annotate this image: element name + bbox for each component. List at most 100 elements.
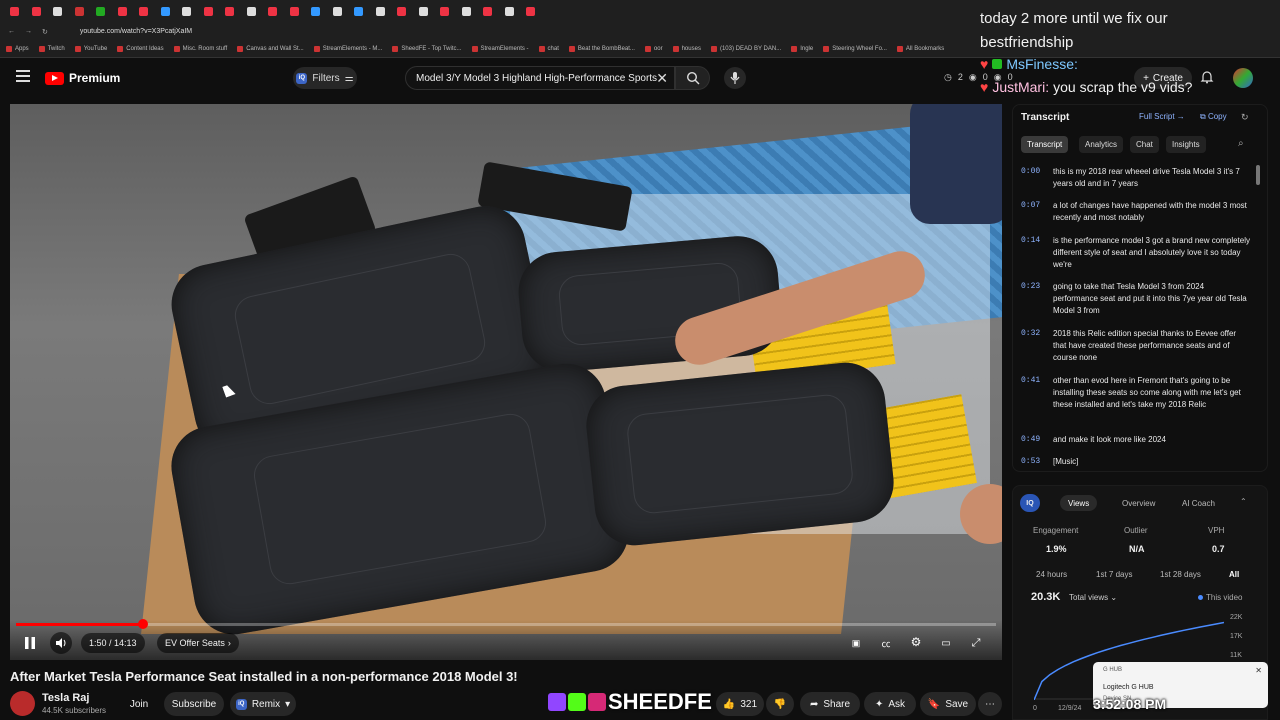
back-icon[interactable]: ← [8,28,15,35]
captions-icon[interactable]: ㏄ [877,634,895,652]
search-input[interactable]: Model 3/Y Model 3 Highland High-Performa… [405,66,675,90]
search-button[interactable] [675,66,710,90]
join-button[interactable]: Join [121,692,157,716]
timestamp[interactable]: 0:14 [1021,235,1043,271]
mic-button[interactable] [724,67,746,89]
bookmark-item[interactable]: Beat the BombBeat... [568,46,635,52]
range-28d[interactable]: 1st 28 days [1160,570,1201,579]
account-avatar[interactable] [1233,68,1253,88]
transcript-line[interactable]: 0:14 is the performance model 3 got a bra… [1021,235,1251,271]
browser-tab[interactable] [47,2,69,20]
browser-tab[interactable] [413,2,435,20]
browser-tab[interactable] [155,2,177,20]
bookmark-item[interactable]: Content Ideas [117,46,164,52]
transcript-line[interactable]: 0:07 a lot of changes have happened with … [1021,200,1251,224]
timestamp[interactable]: 0:32 [1021,328,1043,364]
timestamp[interactable]: 0:07 [1021,200,1043,224]
range-7d[interactable]: 1st 7 days [1096,570,1132,579]
transcript-line[interactable]: 0:23 going to take that Tesla Model 3 fro… [1021,281,1251,317]
browser-tab[interactable] [434,2,456,20]
bookmark-item[interactable]: Misc. Room stuff [173,46,227,52]
browser-tab[interactable] [456,2,478,20]
bookmark-item[interactable]: StreamElements - [471,46,529,52]
filters-button[interactable]: iQ Filters ⚌ [293,67,357,89]
bell-icon[interactable] [1200,70,1214,84]
full-script-button[interactable]: Full Script → [1139,112,1185,121]
transcript-line[interactable]: 0:49 and make it look more like 2024 [1021,434,1251,446]
forward-icon[interactable]: → [25,28,32,35]
bookmark-item[interactable]: Ingle [791,46,813,52]
bookmark-item[interactable]: YouTube [74,46,107,52]
subscribe-button[interactable]: Subscribe [164,692,224,716]
browser-tab[interactable] [520,2,542,20]
browser-tab[interactable] [69,2,91,20]
bookmark-item[interactable]: SheedFE - Top Twitc... [392,46,462,52]
bookmark-item[interactable]: chat [538,46,559,52]
like-button[interactable]: 👍 321 [716,692,764,716]
transcript-line[interactable]: 0:53 [Music] [1021,456,1251,468]
save-button[interactable]: 🔖 Save [920,692,976,716]
dislike-button[interactable]: 👎 [766,692,794,716]
browser-tab[interactable] [241,2,263,20]
iq-player-icon[interactable]: ▣ [847,634,865,652]
timestamp[interactable]: 0:41 [1021,375,1043,411]
browser-tab[interactable] [499,2,521,20]
settings-gear-icon[interactable]: ⚙ [907,633,925,651]
theater-mode-icon[interactable]: ▭ [937,634,955,652]
scrollbar[interactable] [1256,165,1260,185]
browser-tab[interactable] [219,2,241,20]
reload-icon[interactable]: ↻ [42,28,48,36]
browser-tab[interactable] [305,2,327,20]
browser-tab[interactable] [391,2,413,20]
collapse-icon[interactable]: ⌃ [1240,497,1247,506]
browser-tab[interactable] [133,2,155,20]
chapter-button[interactable]: EV Offer Seats › [157,633,239,653]
copy-button[interactable]: ⧉ Copy [1200,112,1227,122]
timestamp[interactable]: 0:49 [1021,434,1043,446]
ask-button[interactable]: ✦ Ask [864,692,916,716]
timestamp[interactable]: 0:00 [1021,166,1043,190]
fullscreen-icon[interactable]: ⤢ [967,634,985,652]
tab-overview[interactable]: Overview [1114,495,1163,511]
tab-chat[interactable]: Chat [1130,136,1159,153]
bookmark-item[interactable]: Canvas and Wall St... [237,46,304,52]
browser-tab[interactable] [262,2,284,20]
progress-bar[interactable] [16,619,996,629]
bookmark-item[interactable]: Steering Wheel Fo... [823,46,887,52]
channel-avatar[interactable] [10,691,35,716]
browser-tab[interactable] [327,2,349,20]
browser-tab[interactable] [477,2,499,20]
pause-button[interactable] [20,634,40,652]
transcript-line[interactable]: 0:32 2018 this Relic edition special than… [1021,328,1251,364]
bookmark-item[interactable]: Twitch [38,46,65,52]
menu-icon[interactable] [16,70,30,82]
youtube-logo[interactable]: Premium [45,71,120,85]
browser-tab[interactable] [284,2,306,20]
bookmark-item[interactable]: Apps [6,46,29,52]
video-player[interactable] [10,104,1002,660]
tab-analytics[interactable]: Analytics [1079,136,1124,153]
browser-tab[interactable] [90,2,112,20]
url-text[interactable]: youtube.com/watch?v=X3PcatjXaIM [80,28,192,35]
timestamp[interactable]: 0:23 [1021,281,1043,317]
total-views-dropdown[interactable]: Total views ⌄ [1069,593,1117,602]
transcript-line[interactable]: 0:00 this is my 2018 rear wheeel drive Te… [1021,166,1251,190]
channel-name[interactable]: Tesla Raj [42,692,90,704]
browser-tab[interactable] [4,2,26,20]
browser-tab[interactable] [26,2,48,20]
volume-button[interactable] [50,632,72,654]
more-actions-button[interactable]: ⋯ [978,692,1002,716]
tab-views[interactable]: Views [1060,495,1098,511]
browser-tab[interactable] [348,2,370,20]
close-icon[interactable]: ✕ [1255,666,1262,675]
bookmark-item[interactable]: houses [672,46,701,52]
share-button[interactable]: ➦ Share [800,692,860,716]
timestamp[interactable]: 0:53 [1021,456,1043,468]
browser-tab[interactable] [198,2,220,20]
remix-button[interactable]: iQ Remix ▾ [230,692,296,716]
bookmark-item[interactable]: StreamElements - M... [313,46,382,52]
browser-tab[interactable] [112,2,134,20]
bookmark-item[interactable]: oor [644,46,663,52]
range-all[interactable]: All [1229,570,1239,579]
clear-search-icon[interactable]: ✕ [656,70,668,87]
